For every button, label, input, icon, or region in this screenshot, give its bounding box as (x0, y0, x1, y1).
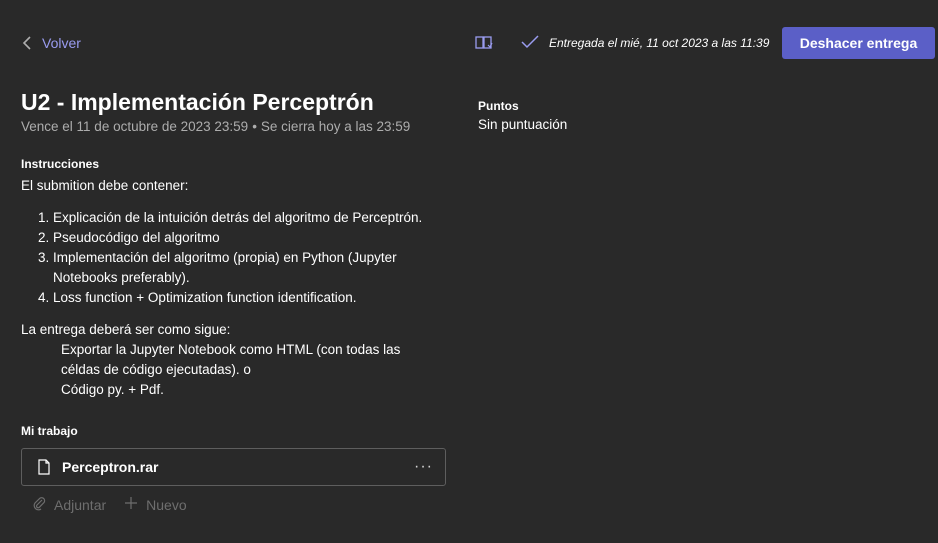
more-options-button[interactable]: ··· (414, 458, 433, 476)
new-label: Nuevo (146, 496, 187, 513)
delivery-line: Exportar la Jupyter Notebook como HTML (… (61, 342, 401, 377)
my-work-heading: Mi trabajo (21, 424, 78, 438)
new-button[interactable]: Nuevo (124, 495, 187, 514)
back-button[interactable]: Volver (22, 32, 81, 54)
list-item: Explicación de la intuición detrás del a… (53, 208, 453, 228)
checkmark-icon (521, 34, 539, 52)
list-item: Loss function + Optimization function id… (53, 288, 453, 308)
plus-icon (124, 496, 138, 513)
due-date-line: Vence el 11 de octubre de 2023 23:59 • Se … (21, 119, 410, 134)
delivery-details: Exportar la Jupyter Notebook como HTML (… (61, 340, 421, 400)
points-value: Sin puntuación (478, 117, 568, 132)
attach-button[interactable]: Adjuntar (32, 495, 106, 514)
separator: • (252, 119, 257, 134)
close-text: Se cierra hoy a las 23:59 (260, 119, 411, 134)
instructions-heading: Instrucciones (21, 157, 100, 171)
delivery-intro: La entrega deberá ser como sigue: (21, 322, 231, 337)
work-actions: Adjuntar Nuevo (32, 495, 187, 514)
attachment-card[interactable]: Perceptron.rar ··· (21, 448, 446, 486)
attachment-name: Perceptron.rar (62, 459, 159, 475)
undo-submission-button[interactable]: Deshacer entrega (782, 27, 935, 59)
document-icon (37, 459, 51, 475)
paperclip-icon (32, 495, 46, 514)
instructions-list: Explicación de la intuición detrás del a… (21, 208, 453, 308)
points-label: Puntos (478, 99, 519, 113)
list-item: Implementación del algoritmo (propia) en… (53, 248, 453, 288)
page-title: U2 - Implementación Perceptrón (21, 89, 374, 115)
due-text: Vence el 11 de octubre de 2023 23:59 (21, 119, 249, 134)
immersive-reader-icon[interactable] (474, 33, 494, 53)
list-item: Pseudocódigo del algoritmo (53, 228, 453, 248)
assignment-view: Volver Entregada el mié, 11 oct 2023 a l… (0, 0, 938, 543)
delivery-line: Código py. + Pdf. (61, 382, 164, 397)
attach-label: Adjuntar (54, 496, 107, 513)
instructions-intro: El submition debe contener: (21, 178, 189, 193)
status-text: Entregada el mié, 11 oct 2023 a las 11:3… (549, 36, 770, 50)
submission-status: Entregada el mié, 11 oct 2023 a las 11:3… (521, 33, 769, 53)
back-label: Volver (42, 35, 81, 51)
chevron-left-icon (22, 36, 32, 50)
